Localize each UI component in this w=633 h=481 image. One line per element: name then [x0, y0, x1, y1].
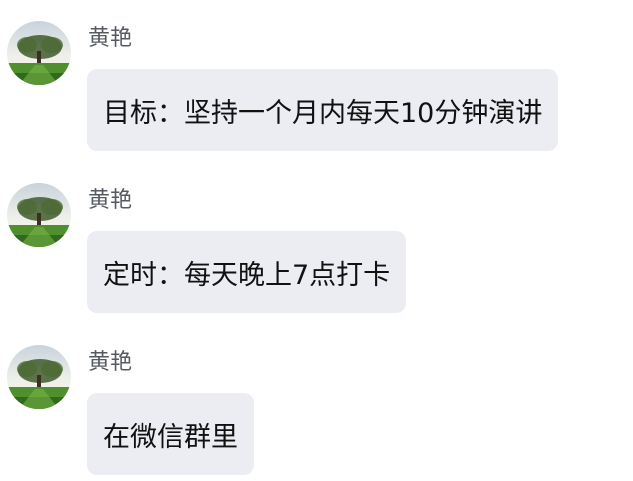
message-row: 黄艳 目标：坚持一个月内每天10分钟演讲	[0, 0, 633, 160]
tree-landscape-avatar-icon	[7, 21, 71, 85]
sender-name: 黄艳	[88, 350, 133, 375]
message-bubble[interactable]: 定时：每天晚上7点打卡	[87, 231, 407, 313]
avatar[interactable]	[7, 345, 71, 409]
avatar[interactable]	[7, 21, 71, 85]
message-row: 黄艳 定时：每天晚上7点打卡	[0, 162, 633, 322]
tree-landscape-avatar-icon	[7, 345, 71, 409]
avatar[interactable]	[7, 183, 71, 247]
tree-landscape-avatar-icon	[7, 183, 71, 247]
message-row: 黄艳 在微信群里	[0, 324, 633, 481]
sender-name: 黄艳	[88, 26, 133, 51]
sender-name: 黄艳	[88, 188, 133, 213]
message-bubble[interactable]: 目标：坚持一个月内每天10分钟演讲	[87, 69, 559, 151]
message-bubble[interactable]: 在微信群里	[87, 393, 254, 475]
